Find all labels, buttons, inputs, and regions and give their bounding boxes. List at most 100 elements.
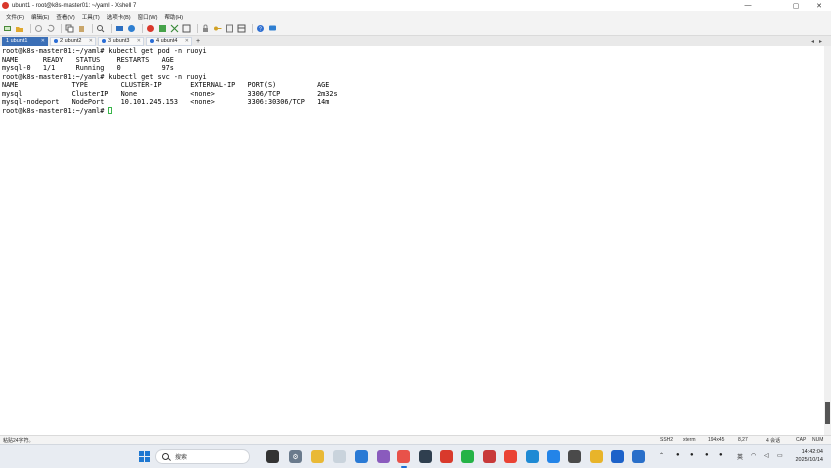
menu-help[interactable]: 帮助(H) <box>164 13 183 21</box>
tray-app-icon[interactable]: ● <box>705 452 709 458</box>
tab-close-icon[interactable]: ✕ <box>41 38 45 44</box>
terminal-line: NAME TYPE CLUSTER-IP EXTERNAL-IP PORT(S)… <box>2 81 330 89</box>
status-bar: 粘贴24字符。 SSH2 xterm 194x45 8,27 4 会话 CAP … <box>0 435 831 444</box>
new-session-icon[interactable] <box>3 24 12 33</box>
app-icon[interactable] <box>547 450 560 463</box>
tray-language[interactable]: 英 <box>737 452 743 461</box>
toolbar-divider <box>197 24 198 33</box>
app-icon[interactable] <box>377 450 390 463</box>
window-title: ubunt1 - root@k8s-master01: ~/yaml - Xsh… <box>12 2 137 9</box>
tab-scroll-right-icon[interactable]: ▸ <box>817 36 824 46</box>
globe-icon[interactable] <box>127 24 136 33</box>
start-icon[interactable] <box>138 450 151 463</box>
app-icon[interactable] <box>440 450 453 463</box>
app-icon[interactable] <box>632 450 645 463</box>
status-message: 粘贴24字符。 <box>3 437 34 444</box>
terminal-prompt: root@k8s-master01:~/yaml# <box>2 106 109 115</box>
terminal-line: NAME READY STATUS RESTARTS AGE <box>2 55 174 64</box>
tab-ubunt2[interactable]: 2 ubunt2 ✕ <box>50 36 96 46</box>
tab-close-icon[interactable]: ✕ <box>89 38 93 44</box>
settings-gear-icon[interactable]: ⚙ <box>289 450 302 463</box>
key-icon[interactable] <box>213 24 222 33</box>
menu-file[interactable]: 文件(F) <box>6 13 24 21</box>
app-icon[interactable] <box>333 450 346 463</box>
terminal-settings-icon[interactable] <box>115 24 124 33</box>
menu-tools[interactable]: 工具(T) <box>82 13 100 21</box>
task-view-icon[interactable] <box>266 450 279 463</box>
lock-icon[interactable] <box>201 24 210 33</box>
toolbar: ? <box>0 22 831 36</box>
toolbar-divider <box>252 24 253 33</box>
status-sessions: 4 会话 <box>766 438 781 444</box>
app-icon[interactable] <box>483 450 496 463</box>
toolbar-divider <box>92 24 93 33</box>
wechat-icon[interactable] <box>461 450 474 463</box>
terminal-line: mysql-0 1/1 Running 0 97s <box>2 64 174 72</box>
tab-close-icon[interactable]: ✕ <box>137 38 141 44</box>
battery-icon[interactable]: ▭ <box>777 452 783 459</box>
script-icon[interactable] <box>225 24 234 33</box>
chat-icon[interactable] <box>268 24 277 33</box>
tray-app-icon[interactable]: ● <box>676 452 680 458</box>
file-explorer-icon[interactable] <box>311 450 324 463</box>
toolbar-divider <box>111 24 112 33</box>
fullscreen-icon[interactable] <box>182 24 191 33</box>
terminal-line: mysql ClusterIP None <none> 3306/TCP 2m3… <box>2 89 338 98</box>
terminal-line: mysql-nodeport NodePort 10.101.245.153 <… <box>2 98 330 106</box>
app-icon[interactable] <box>590 450 603 463</box>
add-tab-button[interactable]: + <box>196 38 200 45</box>
xftp-icon[interactable] <box>146 24 155 33</box>
terminal-output[interactable]: root@k8s-master01:~/yaml# kubectl get po… <box>0 46 824 435</box>
minimize-button[interactable]: — <box>735 0 761 11</box>
app-icon[interactable] <box>419 450 432 463</box>
xmanager-icon[interactable] <box>158 24 167 33</box>
taskbar-search[interactable]: 搜索 <box>155 449 250 464</box>
tab-scroll-left-icon[interactable]: ◂ <box>809 36 816 46</box>
session-status-icon <box>102 39 106 43</box>
find-icon[interactable] <box>96 24 105 33</box>
status-protocol: SSH2 <box>660 437 674 443</box>
open-folder-icon[interactable] <box>15 24 24 33</box>
wifi-icon[interactable]: ◠ <box>751 452 756 459</box>
menu-edit[interactable]: 编辑(E) <box>31 13 49 21</box>
clock-time: 14:42:04 <box>801 449 823 455</box>
help-icon[interactable]: ? <box>256 24 265 33</box>
toolbar-divider <box>61 24 62 33</box>
system-clock[interactable]: 14:42:04 2025/10/14 <box>795 448 823 464</box>
close-button[interactable]: ✕ <box>806 0 831 11</box>
copy-icon[interactable] <box>65 24 74 33</box>
edge-icon[interactable] <box>526 450 539 463</box>
volume-icon[interactable]: ◁ <box>764 452 769 459</box>
menu-view[interactable]: 查看(V) <box>56 13 74 21</box>
status-size: 194x45 <box>708 437 725 443</box>
vscode-icon[interactable] <box>355 450 368 463</box>
layout-icon[interactable] <box>237 24 246 33</box>
menu-window[interactable]: 窗口(W) <box>138 13 158 21</box>
menu-bar: 文件(F) 编辑(E) 查看(V) 工具(T) 选项卡(B) 窗口(W) 帮助(… <box>0 11 831 22</box>
search-icon <box>162 453 169 460</box>
tab-ubunt4[interactable]: 4 ubunt4 ✕ <box>146 36 192 46</box>
chrome-icon[interactable] <box>504 450 517 463</box>
app-icon[interactable] <box>568 450 581 463</box>
status-terminal-type: xterm <box>683 437 696 443</box>
tray-app-icon[interactable]: ● <box>690 452 694 458</box>
terminal-cursor <box>108 106 113 114</box>
reconnect-icon[interactable] <box>46 24 55 33</box>
tab-ubunt3[interactable]: 3 ubunt3 ✕ <box>98 36 144 46</box>
menu-tabs[interactable]: 选项卡(B) <box>107 13 131 21</box>
toolbar-divider <box>142 24 143 33</box>
tab-ubunt1[interactable]: 1 ubunt1 ✕ <box>2 36 48 46</box>
terminal-line: root@k8s-master01:~/yaml# kubectl get sv… <box>2 72 207 81</box>
word-icon[interactable] <box>611 450 624 463</box>
disconnect-icon[interactable] <box>34 24 43 33</box>
xshell-app-icon <box>2 2 9 9</box>
expand-icon[interactable] <box>170 24 179 33</box>
terminal-scrollbar[interactable] <box>824 46 831 435</box>
tray-expand-icon[interactable]: ⌃ <box>659 452 664 459</box>
paste-icon[interactable] <box>77 24 86 33</box>
xshell-taskbar-icon[interactable] <box>397 450 410 463</box>
tray-app-icon[interactable]: ● <box>719 452 723 458</box>
status-cursor-pos: 8,27 <box>738 437 748 443</box>
scrollbar-thumb[interactable] <box>825 402 830 424</box>
tab-close-icon[interactable]: ✕ <box>185 38 189 44</box>
